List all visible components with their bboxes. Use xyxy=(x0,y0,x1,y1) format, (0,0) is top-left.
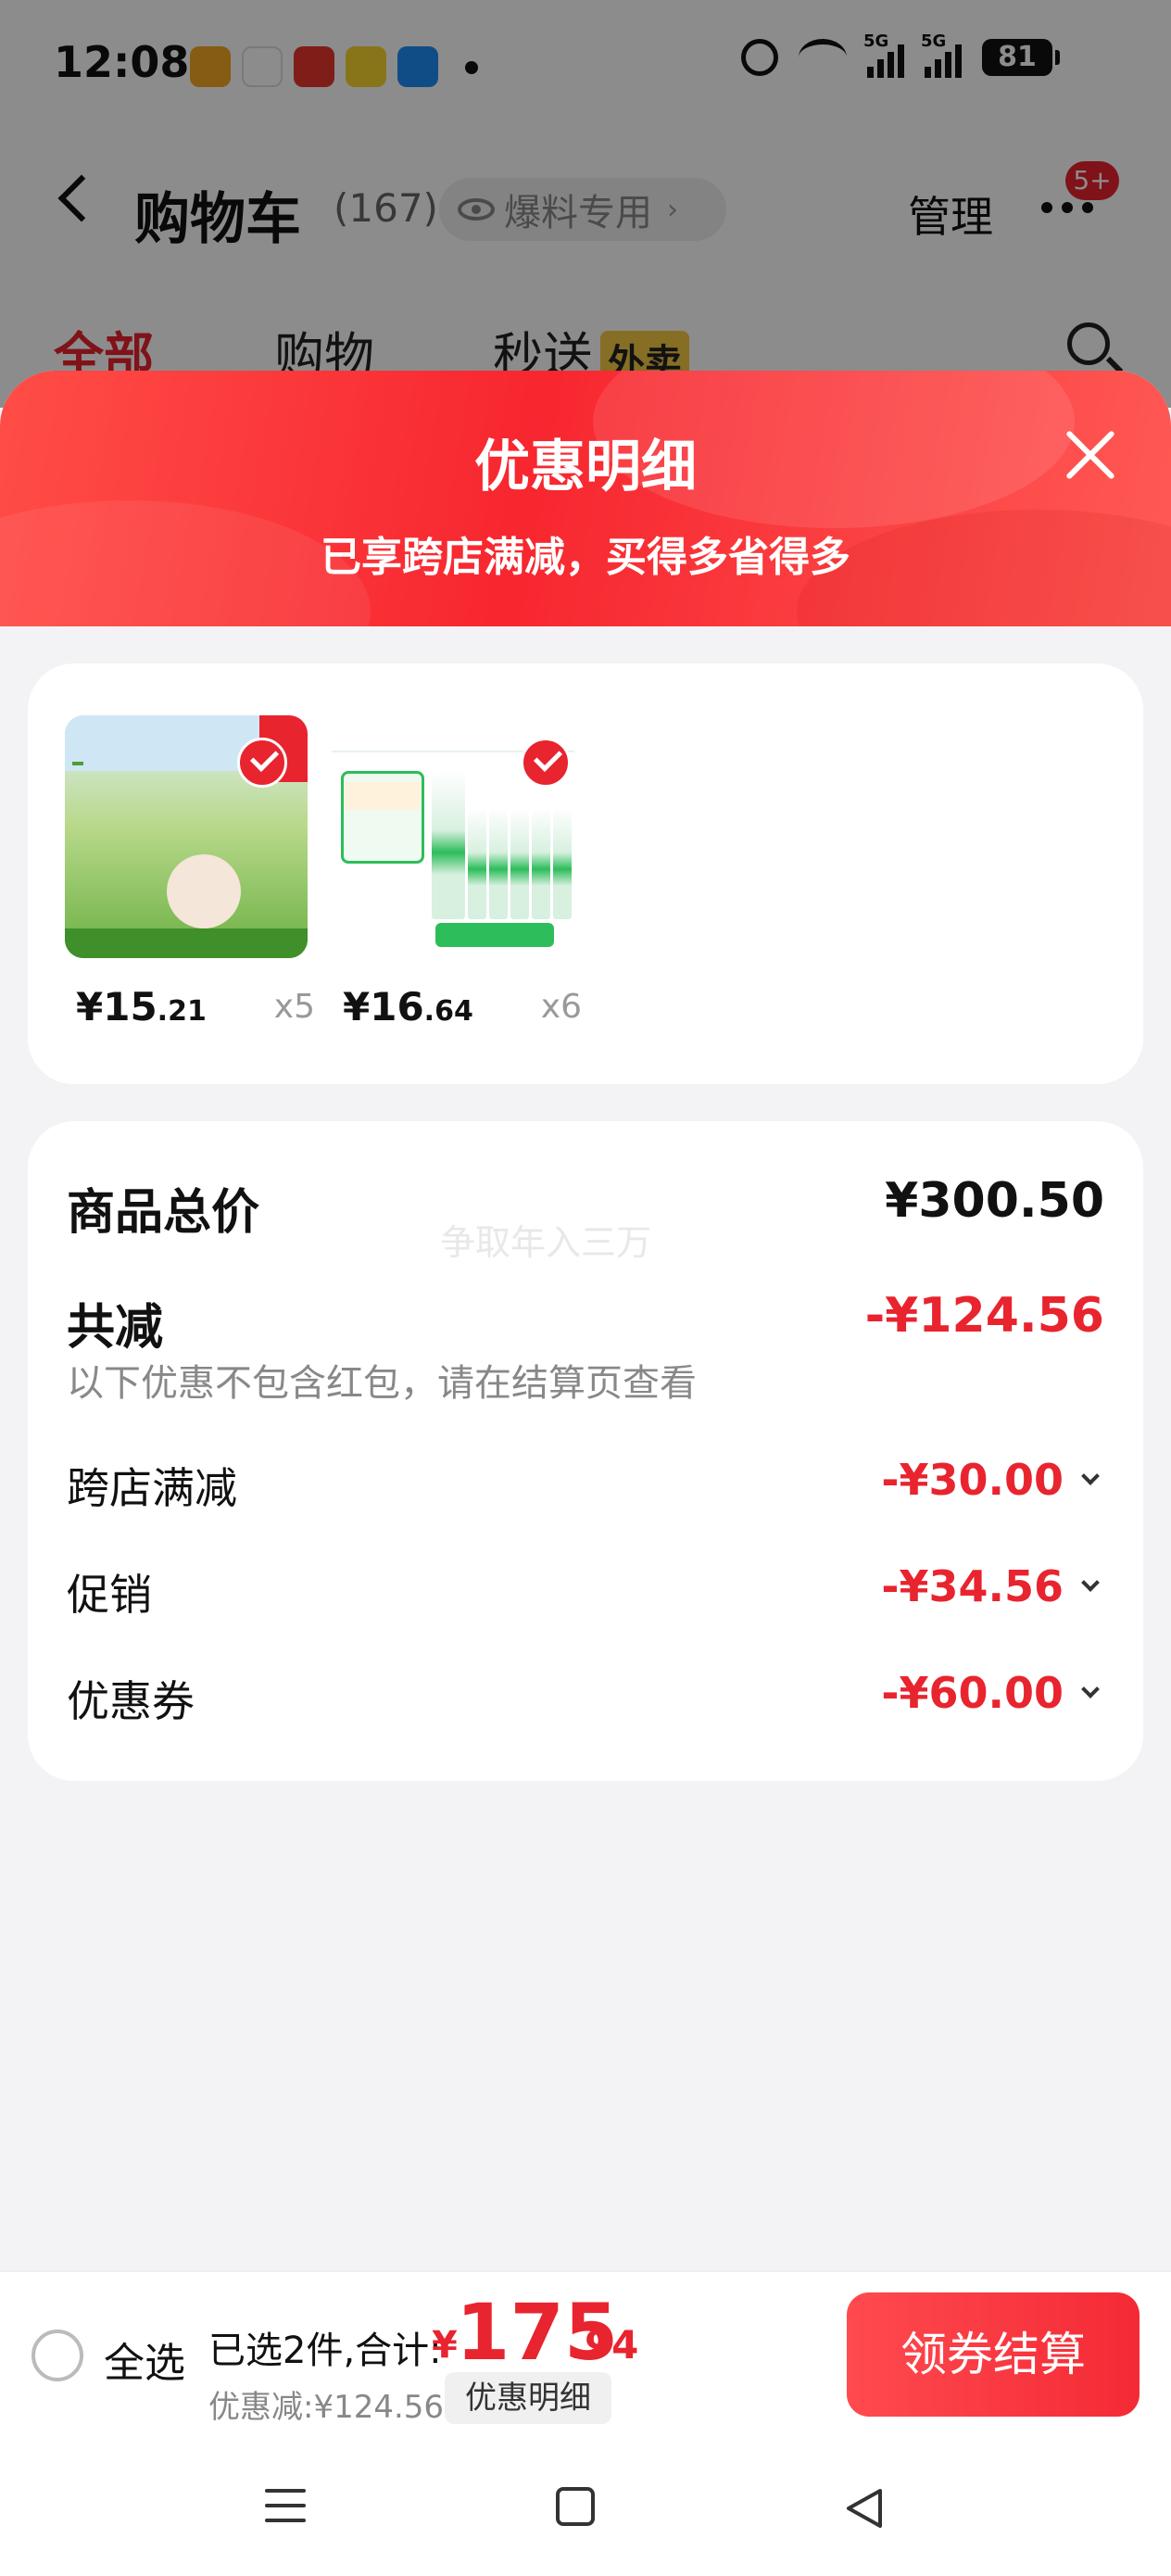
discount-value: -¥60.00 xyxy=(881,1668,1064,1718)
product-item[interactable]: ¥15.21 x5 xyxy=(65,715,334,1029)
checked-icon xyxy=(521,738,571,788)
discount-label: 优惠券 xyxy=(67,1676,195,1726)
discount-detail-button[interactable]: 优惠明细 xyxy=(445,2372,611,2424)
product-item[interactable]: ¥16.64 x6 xyxy=(332,715,600,1029)
total-price-row: 商品总价 ¥300.50 xyxy=(67,1173,1104,1241)
reduction-note-row: 以下优惠不包含红包，请在结算页查看 xyxy=(67,1353,1104,1405)
close-icon[interactable] xyxy=(1062,426,1119,484)
sheet-header: 优惠明细 已享跨店满减，买得多省得多 xyxy=(0,371,1171,626)
dim-overlay[interactable] xyxy=(0,0,1171,408)
screen: 12:08 5G 5G 81 购物车 (167) 爆料专用 › 管理 5+ 全部… xyxy=(0,0,1171,2576)
total-reduction-label: 共减 xyxy=(67,1300,164,1356)
product-price-row: ¥15.21 x5 xyxy=(65,984,315,1030)
selected-products-card: ¥15.21 x5 ¥16.64 x6 xyxy=(28,663,1143,1084)
discount-label: 促销 xyxy=(67,1570,152,1620)
total-amount-decimal: .94 xyxy=(570,2322,639,2368)
select-all-checkbox[interactable] xyxy=(31,2330,83,2381)
chevron-down-icon[interactable] xyxy=(1081,1467,1100,1485)
discount-value: -¥34.56 xyxy=(881,1561,1064,1611)
discount-value: -¥30.00 xyxy=(881,1455,1064,1505)
checkout-bar: 全选 已选2件,合计: ¥ 175 .94 优惠减:¥124.56 优惠明细 领… xyxy=(0,2270,1171,2435)
total-price-label: 商品总价 xyxy=(67,1185,260,1241)
system-navigation-bar xyxy=(0,2435,1171,2576)
chevron-down-icon[interactable] xyxy=(1081,1573,1100,1592)
discount-label: 跨店满减 xyxy=(67,1463,237,1513)
discount-row-coupon[interactable]: 优惠券 -¥60.00 xyxy=(67,1668,1104,1726)
product-price: ¥15.21 xyxy=(76,984,207,1029)
home-icon[interactable] xyxy=(556,2487,595,2526)
recent-apps-icon[interactable] xyxy=(265,2489,306,2526)
discount-row-cross-store[interactable]: 跨店满减 -¥30.00 xyxy=(67,1455,1104,1513)
selected-info: 已选2件,合计: xyxy=(208,2330,442,2372)
product-price: ¥16.64 xyxy=(343,984,473,1029)
total-reduction-value: -¥124.56 xyxy=(864,1288,1104,1344)
discount-info: 优惠减:¥124.56 xyxy=(208,2389,445,2426)
total-reduction-row: 共减 -¥124.56 xyxy=(67,1288,1104,1356)
discount-row-promotion[interactable]: 促销 -¥34.56 xyxy=(67,1561,1104,1620)
checked-icon xyxy=(237,738,287,788)
total-price-value: ¥300.50 xyxy=(885,1173,1104,1229)
product-price-row: ¥16.64 x6 xyxy=(332,984,582,1030)
product-quantity: x6 xyxy=(540,988,582,1026)
price-summary-card: 争取年入三万 商品总价 ¥300.50 共减 -¥124.56 以下优惠不包含红… xyxy=(28,1121,1143,1781)
total-currency: ¥ xyxy=(432,2324,458,2367)
checkout-button[interactable]: 领券结算 xyxy=(847,2292,1140,2417)
sheet-title: 优惠明细 xyxy=(474,435,697,499)
sheet-subtitle: 已享跨店满减，买得多省得多 xyxy=(321,534,850,581)
discount-detail-sheet: 优惠明细 已享跨店满减，买得多省得多 ¥15.21 x5 ¥16.64 x6 争… xyxy=(0,371,1171,2270)
product-quantity: x5 xyxy=(273,988,315,1026)
reduction-note: 以下优惠不包含红包，请在结算页查看 xyxy=(67,1362,697,1405)
select-all-label[interactable]: 全选 xyxy=(104,2330,185,2389)
chevron-down-icon[interactable] xyxy=(1081,1680,1100,1698)
